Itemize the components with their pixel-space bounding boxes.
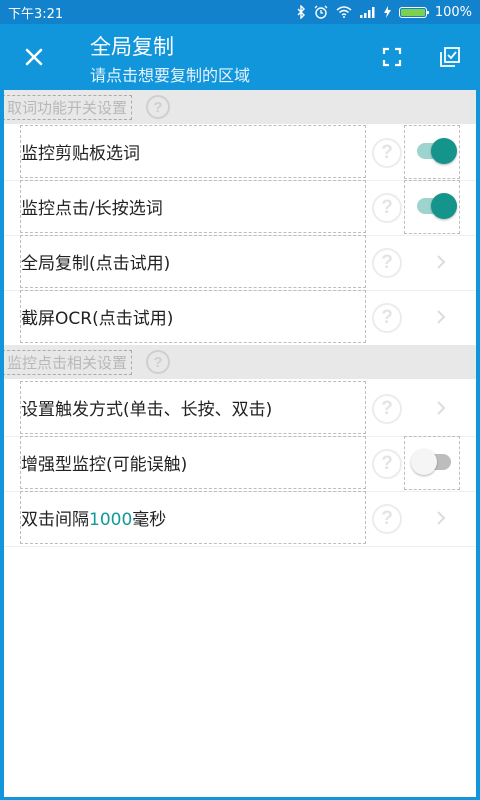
wifi-icon <box>336 6 352 18</box>
row-label: 设置触发方式(单击、长按、双击) <box>21 400 273 420</box>
row-label: 监控点击/长按选词 <box>21 199 163 219</box>
fullscreen-button[interactable] <box>376 41 408 73</box>
app-bar: 全局复制 请点击想要复制的区域 <box>0 24 480 90</box>
page-subtitle: 请点击想要复制的区域 <box>90 66 251 85</box>
section-title: 监控点击相关设置 <box>2 349 133 375</box>
battery-level <box>400 8 425 16</box>
bluetooth-icon <box>296 5 306 19</box>
chevron-right-icon <box>437 310 446 324</box>
help-icon[interactable]: ? <box>372 303 402 333</box>
switch-box <box>404 436 460 490</box>
battery-icon <box>398 6 429 18</box>
row-label-prefix: 双击间隔 <box>21 510 89 530</box>
clipboard-monitor-toggle[interactable] <box>417 138 457 164</box>
help-icon[interactable]: ? <box>372 394 402 424</box>
row-label: 全局复制(点击试用) <box>21 254 171 274</box>
page-title: 全局复制 <box>90 35 174 59</box>
close-icon <box>25 48 43 66</box>
row-label-box: 设置触发方式(单击、长按、双击) <box>20 381 366 434</box>
list-item-trigger-mode[interactable]: 设置触发方式(单击、长按、双击) ? <box>0 381 480 437</box>
signal-icon <box>359 6 376 18</box>
enhanced-monitor-toggle[interactable] <box>411 449 451 475</box>
section-header-click-settings: 监控点击相关设置 ? <box>0 345 480 379</box>
row-label: 监控剪贴板选词 <box>21 144 140 164</box>
list-item-clipboard-monitor[interactable]: 监控剪贴板选词 ? <box>0 125 480 181</box>
charging-icon <box>383 6 391 18</box>
status-time: 下午3:21 <box>8 6 64 22</box>
interval-value: 1000 <box>89 510 133 530</box>
list-item-screenshot-ocr[interactable]: 截屏OCR(点击试用) ? <box>0 290 480 346</box>
help-icon[interactable]: ? <box>372 138 402 168</box>
list-item-enhanced-monitor[interactable]: 增强型监控(可能误触) ? <box>0 436 480 492</box>
help-icon[interactable]: ? <box>372 248 402 278</box>
frame-border-left <box>0 24 4 800</box>
chevron-right-icon <box>437 255 446 269</box>
chevron-right-icon <box>437 401 446 415</box>
row-label-box: 双击间隔1000毫秒 <box>20 491 366 544</box>
help-icon[interactable]: ? <box>146 350 171 374</box>
section-title: 取词功能开关设置 <box>2 94 133 120</box>
help-icon[interactable]: ? <box>372 449 402 479</box>
help-icon[interactable]: ? <box>372 193 402 223</box>
row-label: 双击间隔1000毫秒 <box>21 505 166 530</box>
help-icon[interactable]: ? <box>372 504 402 534</box>
switch-knob <box>411 449 437 475</box>
row-label-box: 增强型监控(可能误触) <box>20 436 366 489</box>
help-icon[interactable]: ? <box>146 95 171 119</box>
section-header-word-switch: 取词功能开关设置 ? <box>0 90 480 124</box>
status-bar: 下午3:21 100% <box>0 0 480 24</box>
row-label: 截屏OCR(点击试用) <box>21 309 174 329</box>
copy-all-icon <box>440 47 460 67</box>
list-item-click-monitor[interactable]: 监控点击/长按选词 ? <box>0 180 480 236</box>
switch-box <box>404 180 460 234</box>
battery-percent: 100% <box>434 4 472 20</box>
row-label: 增强型监控(可能误触) <box>21 455 188 475</box>
frame-border-right <box>476 24 480 800</box>
row-label-suffix: 毫秒 <box>132 510 167 530</box>
row-label-box: 截屏OCR(点击试用) <box>20 290 366 343</box>
switch-knob <box>431 193 457 219</box>
click-monitor-toggle[interactable] <box>417 193 457 219</box>
alarm-icon <box>314 5 328 19</box>
list-item-double-click-interval[interactable]: 双击间隔1000毫秒 ? <box>0 491 480 547</box>
close-button[interactable] <box>18 41 50 73</box>
switch-knob <box>431 138 457 164</box>
copy-all-button[interactable] <box>434 41 466 73</box>
fullscreen-icon <box>382 47 402 67</box>
row-label-box: 监控点击/长按选词 <box>20 180 366 233</box>
list-item-global-copy[interactable]: 全局复制(点击试用) ? <box>0 235 480 291</box>
row-label-box: 监控剪贴板选词 <box>20 125 366 178</box>
row-label-box: 全局复制(点击试用) <box>20 235 366 288</box>
switch-box <box>404 125 460 179</box>
chevron-right-icon <box>437 511 446 525</box>
